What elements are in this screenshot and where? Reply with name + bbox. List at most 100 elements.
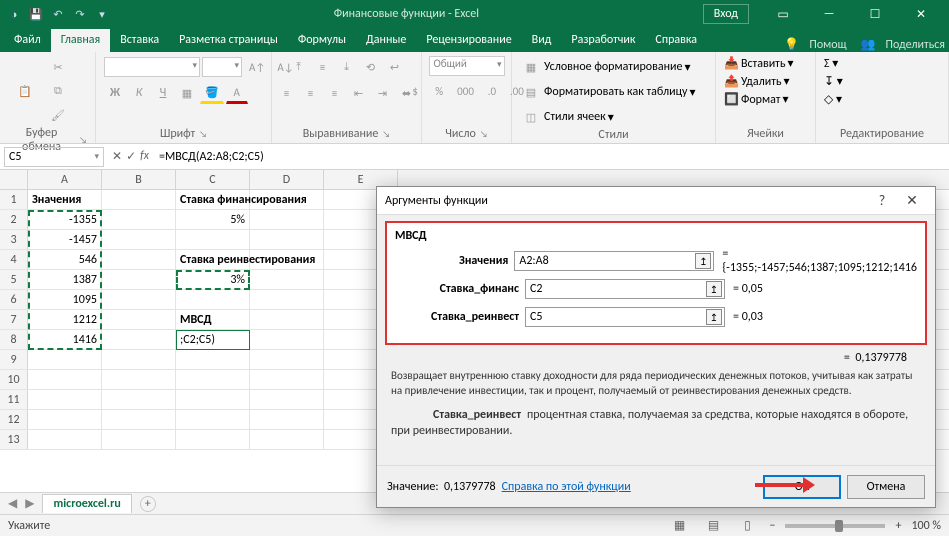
cell[interactable]	[176, 290, 250, 309]
cell[interactable]	[102, 270, 176, 289]
row-header[interactable]: 7	[0, 310, 28, 329]
cell[interactable]	[28, 370, 102, 389]
range-picker-icon[interactable]: ↥	[706, 309, 722, 325]
cell[interactable]: -1355	[28, 210, 102, 229]
undo-icon[interactable]: ↶	[50, 6, 66, 22]
ribbon-options-icon[interactable]: ▭	[761, 0, 805, 28]
cell[interactable]	[250, 410, 324, 429]
cell[interactable]	[176, 350, 250, 369]
cell[interactable]	[250, 190, 324, 209]
cell[interactable]	[250, 350, 324, 369]
autosave-toggle[interactable]: ◑	[6, 6, 22, 22]
cell[interactable]: 1095	[28, 290, 102, 309]
cell[interactable]: -1457	[28, 230, 102, 249]
cell[interactable]	[102, 290, 176, 309]
tab-view[interactable]: Вид	[522, 29, 562, 52]
col-header-C[interactable]: C	[176, 170, 250, 189]
enter-formula-button[interactable]: ✓	[126, 149, 136, 164]
cut-button[interactable]: ✂	[46, 56, 70, 78]
font-launcher-icon[interactable]: ↘	[199, 129, 207, 140]
cell[interactable]: 5%	[176, 210, 250, 229]
tell-me[interactable]: 💡 Помощ	[784, 37, 846, 52]
cell[interactable]	[28, 430, 102, 449]
dialog-titlebar[interactable]: Аргументы функции ? ✕	[377, 187, 935, 215]
copy-button[interactable]: ⧉	[46, 80, 70, 102]
cell[interactable]	[102, 410, 176, 429]
comma-button[interactable]: 000	[452, 80, 479, 102]
arg-input-finance[interactable]: C2↥	[525, 279, 725, 299]
save-icon[interactable]: 💾	[28, 6, 44, 22]
format-cells-button[interactable]: 🔲 Формат ▾	[724, 92, 788, 107]
font-color-button[interactable]: A	[226, 82, 248, 104]
italic-button[interactable]: К	[128, 82, 150, 104]
format-painter-button[interactable]: 🖌	[46, 104, 70, 126]
bold-button[interactable]: Ж	[104, 82, 126, 104]
clipboard-launcher-icon[interactable]: ↘	[79, 135, 87, 146]
cell[interactable]	[176, 410, 250, 429]
login-button[interactable]: Вход	[703, 4, 749, 24]
qat-customize-icon[interactable]: ▾	[94, 6, 110, 22]
cell[interactable]	[28, 410, 102, 429]
grow-font-button[interactable]: A↑	[244, 56, 270, 78]
fill-button[interactable]: ↧ ▾	[824, 74, 843, 89]
fx-button[interactable]: fx	[140, 149, 149, 164]
zoom-in-button[interactable]: +	[895, 519, 901, 533]
dialog-close-button[interactable]: ✕	[897, 192, 927, 209]
cell[interactable]	[102, 430, 176, 449]
cell[interactable]	[250, 230, 324, 249]
cond-format-button[interactable]: ▦Условное форматирование ▾	[520, 56, 690, 78]
cell[interactable]	[102, 390, 176, 409]
align-bottom-button[interactable]: ⤓	[336, 56, 358, 78]
font-name-combo[interactable]	[104, 57, 200, 77]
number-format-combo[interactable]: Общий	[429, 56, 505, 76]
cell[interactable]	[28, 390, 102, 409]
align-right-button[interactable]: ≡	[324, 82, 346, 104]
tab-review[interactable]: Рецензирование	[416, 29, 521, 52]
underline-button[interactable]: Ч	[152, 82, 174, 104]
function-help-link[interactable]: Справка по этой функции	[502, 480, 631, 494]
row-header[interactable]: 6	[0, 290, 28, 309]
cell[interactable]	[102, 370, 176, 389]
cell[interactable]	[176, 430, 250, 449]
inc-decimal-button[interactable]: .0	[481, 80, 503, 102]
arg-input-reinvest[interactable]: C5↥	[525, 307, 725, 327]
col-header-B[interactable]: B	[102, 170, 176, 189]
cell[interactable]: ;C2;C5)	[176, 330, 250, 349]
close-button[interactable]: ✕	[899, 0, 943, 28]
row-header[interactable]: 1	[0, 190, 28, 209]
name-box[interactable]: C5▾	[4, 147, 104, 167]
cell[interactable]	[250, 430, 324, 449]
row-header[interactable]: 4	[0, 250, 28, 269]
cell[interactable]	[102, 190, 176, 209]
align-launcher-icon[interactable]: ↘	[382, 129, 390, 140]
cell[interactable]	[176, 230, 250, 249]
cell[interactable]	[102, 350, 176, 369]
wrap-text-button[interactable]: ↩	[384, 56, 406, 78]
normal-view-button[interactable]: ▦	[667, 517, 691, 535]
cell[interactable]: Ставка реинвестирования	[176, 250, 250, 269]
insert-cells-button[interactable]: 📥 Вставить ▾	[724, 56, 794, 71]
select-all-button[interactable]	[0, 170, 28, 189]
tab-insert[interactable]: Вставка	[110, 29, 169, 52]
sheet-nav-prev-icon[interactable]: ◀	[8, 496, 17, 511]
cancel-formula-button[interactable]: ✕	[112, 149, 122, 164]
percent-button[interactable]: %	[428, 80, 450, 102]
row-header[interactable]: 10	[0, 370, 28, 389]
row-header[interactable]: 3	[0, 230, 28, 249]
font-size-combo[interactable]	[202, 57, 242, 77]
cell[interactable]	[102, 250, 176, 269]
cell[interactable]	[250, 330, 324, 349]
cell[interactable]	[28, 350, 102, 369]
dialog-help-button[interactable]: ?	[867, 192, 897, 209]
zoom-slider[interactable]	[785, 524, 885, 528]
cell[interactable]: 3%	[176, 270, 250, 289]
orientation-button[interactable]: ⟲	[360, 56, 382, 78]
tab-file[interactable]: Файл	[4, 29, 51, 52]
autosum-button[interactable]: Σ ▾	[824, 56, 838, 71]
fill-color-button[interactable]: 🪣	[200, 82, 224, 104]
col-header-D[interactable]: D	[250, 170, 324, 189]
new-sheet-button[interactable]: +	[140, 496, 156, 512]
tab-help[interactable]: Справка	[645, 29, 707, 52]
cell[interactable]: Ставка финансирования	[176, 190, 250, 209]
page-break-view-button[interactable]: ▯	[735, 517, 759, 535]
